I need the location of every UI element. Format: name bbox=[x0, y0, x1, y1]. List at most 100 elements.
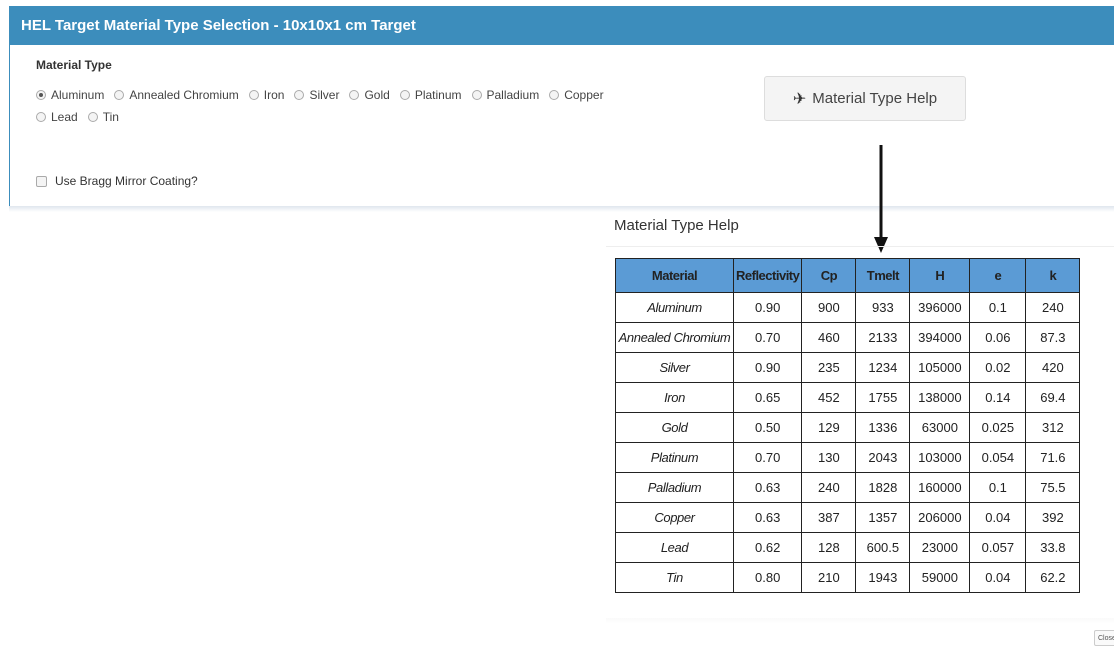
table-cell: 23000 bbox=[909, 532, 971, 563]
material-radio-tin[interactable]: Tin bbox=[87, 106, 119, 128]
material-radio-silver[interactable]: Silver bbox=[294, 84, 339, 106]
table-cell: 0.70 bbox=[732, 322, 803, 353]
table-cell: 0.80 bbox=[732, 562, 803, 593]
table-cell: 933 bbox=[855, 292, 911, 323]
material-name-cell: Tin bbox=[615, 562, 734, 593]
radio-circle[interactable] bbox=[294, 90, 305, 100]
table-cell: 59000 bbox=[909, 562, 971, 593]
plane-icon: ✈ bbox=[792, 90, 807, 108]
material-name-cell: Platinum bbox=[615, 442, 734, 473]
material-properties-table: Material Reflectivity Cp Tmelt He k Aluminum 0… bbox=[615, 258, 1081, 593]
bragg-mirror-option[interactable]: Use Bragg Mirror Coating? bbox=[36, 174, 198, 188]
material-type-help-button[interactable]: ✈ Material Type Help bbox=[764, 76, 966, 121]
radio-circle[interactable] bbox=[349, 90, 360, 100]
radio-label: Tin bbox=[102, 110, 119, 124]
close-button[interactable]: Close bbox=[1094, 630, 1114, 646]
radio-circle[interactable] bbox=[87, 112, 98, 122]
table-cell: 1828 bbox=[855, 472, 911, 503]
table-cell: 452 bbox=[801, 382, 857, 413]
table-row: Lead 0.62 128 600.5 23000 0.057 33.8 bbox=[615, 532, 1081, 563]
table-cell: 138000 bbox=[909, 382, 971, 413]
material-selection-panel: HEL Target Material Type Selection - 10x… bbox=[9, 6, 1114, 208]
table-cell: 0.63 bbox=[732, 472, 803, 503]
column-header: Material bbox=[615, 258, 734, 293]
radio-label: Silver bbox=[309, 88, 340, 102]
bragg-mirror-label: Use Bragg Mirror Coating? bbox=[55, 174, 198, 188]
bragg-mirror-checkbox[interactable] bbox=[36, 175, 47, 187]
material-radio-palladium[interactable]: Palladium bbox=[471, 84, 539, 106]
table-cell: 130 bbox=[801, 442, 857, 473]
radio-label: Annealed Chromium bbox=[129, 88, 239, 102]
table-row: Copper 0.63 387 1357 206000 0.04 392 bbox=[615, 502, 1081, 533]
material-radio-platinum[interactable]: Platinum bbox=[399, 84, 462, 106]
material-radio-lead[interactable]: Lead bbox=[36, 106, 78, 128]
table-row: Platinum 0.70 130 2043 103000 0.054 71.6 bbox=[615, 442, 1081, 473]
table-row: Annealed Chromium 0.70 460 2133 394000 0.06 87… bbox=[615, 322, 1081, 353]
table-cell: 0.50 bbox=[732, 412, 803, 443]
table-cell: 62.2 bbox=[1025, 562, 1081, 593]
column-header: H bbox=[909, 258, 971, 293]
radio-label: Platinum bbox=[414, 88, 462, 102]
radio-circle[interactable] bbox=[36, 112, 46, 122]
table-cell: 1234 bbox=[855, 352, 911, 383]
help-modal-title: Material Type Help bbox=[614, 217, 739, 234]
material-name-cell: Annealed Chromium bbox=[615, 322, 734, 353]
down-arrow-icon bbox=[874, 145, 888, 253]
radio-circle[interactable] bbox=[36, 90, 46, 100]
radio-label: Aluminum bbox=[51, 88, 105, 102]
table-cell: 87.3 bbox=[1025, 322, 1081, 353]
material-radio-iron[interactable]: Iron bbox=[248, 84, 285, 106]
table-cell: 0.02 bbox=[969, 352, 1027, 383]
table-cell: 0.054 bbox=[969, 442, 1027, 473]
table-cell: 312 bbox=[1025, 412, 1081, 443]
table-cell: 387 bbox=[801, 502, 857, 533]
table-cell: 69.4 bbox=[1025, 382, 1081, 413]
table-cell: 420 bbox=[1025, 352, 1081, 383]
column-header: Cp bbox=[801, 258, 857, 293]
radio-circle[interactable] bbox=[471, 90, 482, 100]
table-cell: 0.65 bbox=[732, 382, 803, 413]
table-cell: 0.06 bbox=[969, 322, 1027, 353]
radio-circle[interactable] bbox=[399, 90, 410, 100]
table-cell: 460 bbox=[801, 322, 857, 353]
table-row: Gold 0.50 129 1336 63000 0.025 312 bbox=[615, 412, 1081, 443]
table-cell: 160000 bbox=[909, 472, 971, 503]
material-name-cell: Aluminum bbox=[615, 292, 734, 323]
table-cell: 396000 bbox=[909, 292, 971, 323]
table-cell: 0.90 bbox=[732, 292, 803, 323]
table-cell: 240 bbox=[1025, 292, 1081, 323]
table-row: Palladium 0.63 240 1828 160000 0.1 75.5 bbox=[615, 472, 1081, 503]
table-cell: 129 bbox=[801, 412, 857, 443]
table-cell: 1943 bbox=[855, 562, 911, 593]
material-name-cell: Gold bbox=[615, 412, 734, 443]
radio-label: Copper bbox=[564, 88, 604, 102]
table-cell: 128 bbox=[801, 532, 857, 563]
help-divider bbox=[606, 246, 1114, 247]
table-cell: 1357 bbox=[855, 502, 911, 533]
material-type-radio-group: Aluminum Annealed Chromium Iron Silver Gold P… bbox=[36, 84, 736, 128]
table-cell: 240 bbox=[801, 472, 857, 503]
material-radio-aluminum[interactable]: Aluminum bbox=[36, 84, 104, 106]
material-radio-gold[interactable]: Gold bbox=[349, 84, 390, 106]
radio-circle[interactable] bbox=[549, 90, 560, 100]
help-footer-shadow bbox=[606, 618, 1114, 624]
material-radio-copper[interactable]: Copper bbox=[549, 84, 604, 106]
table-cell: 394000 bbox=[909, 322, 971, 353]
radio-circle[interactable] bbox=[248, 90, 259, 100]
radio-label: Lead bbox=[51, 110, 78, 124]
table-cell: 2043 bbox=[855, 442, 911, 473]
material-name-cell: Lead bbox=[615, 532, 734, 563]
radio-circle[interactable] bbox=[114, 90, 125, 100]
material-radio-annealed-chromium[interactable]: Annealed Chromium bbox=[114, 84, 239, 106]
table-cell: 600.5 bbox=[855, 532, 911, 563]
table-cell: 1755 bbox=[855, 382, 911, 413]
column-header: Reflectivity bbox=[732, 258, 803, 293]
radio-label: Iron bbox=[263, 88, 285, 102]
help-button-label: Material Type Help bbox=[812, 90, 938, 107]
table-cell: 235 bbox=[801, 352, 857, 383]
material-name-cell: Copper bbox=[615, 502, 734, 533]
material-name-cell: Silver bbox=[615, 352, 734, 383]
table-cell: 1336 bbox=[855, 412, 911, 443]
table-cell: 0.1 bbox=[969, 472, 1027, 503]
table-cell: 33.8 bbox=[1025, 532, 1081, 563]
